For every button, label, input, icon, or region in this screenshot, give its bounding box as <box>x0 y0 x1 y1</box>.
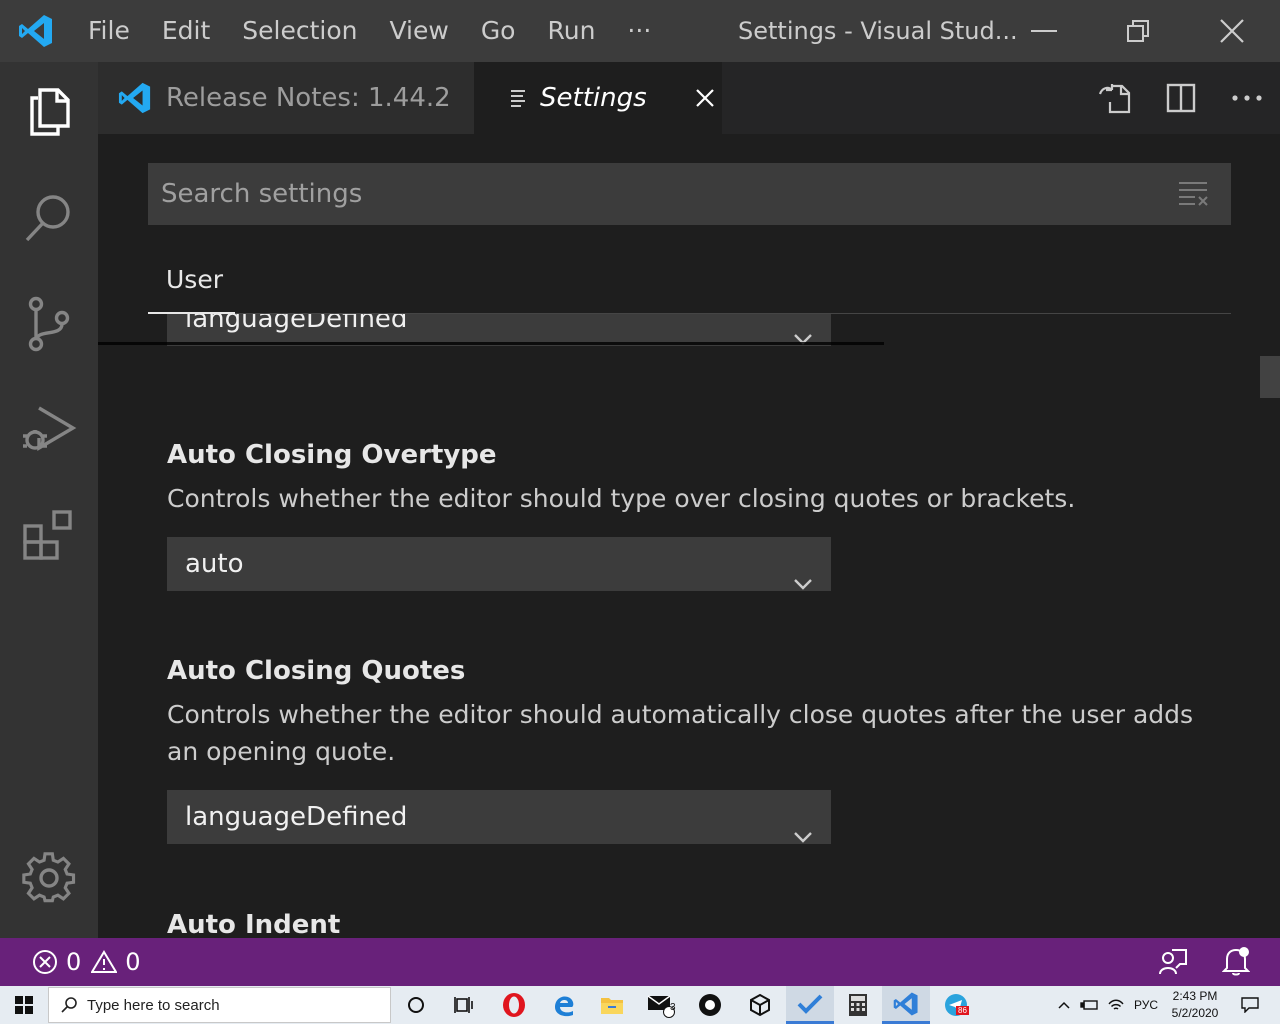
run-debug-icon[interactable] <box>0 380 98 480</box>
dropdown-value: languageDefined <box>185 314 408 334</box>
taskbar-search-icon <box>61 997 77 1013</box>
mail-badge: 3 <box>670 1002 676 1013</box>
menu-selection[interactable]: Selection <box>226 0 373 62</box>
close-tab-icon[interactable] <box>695 88 715 108</box>
scrollbar-thumb[interactable] <box>1260 356 1280 398</box>
editor-actions <box>1082 62 1280 134</box>
chevron-down-icon <box>793 314 813 365</box>
more-actions-icon[interactable] <box>1214 62 1280 134</box>
activity-bar <box>0 62 98 938</box>
explorer-icon[interactable] <box>0 62 98 162</box>
battery-icon[interactable] <box>1080 999 1098 1011</box>
input-language[interactable]: РУС <box>1134 998 1158 1012</box>
obs-icon[interactable] <box>686 986 734 1024</box>
feedback-icon[interactable] <box>1158 948 1188 976</box>
unity-icon[interactable] <box>736 986 784 1024</box>
calculator-icon[interactable] <box>834 986 882 1024</box>
action-center-icon[interactable] <box>1230 986 1270 1024</box>
vscode-logo-icon <box>0 0 72 62</box>
setting-title-auto-closing-quotes: Auto Closing Quotes <box>167 656 466 686</box>
vscode-taskbar-icon[interactable] <box>882 986 930 1024</box>
file-explorer-icon[interactable] <box>588 986 636 1024</box>
windows-start-icon[interactable] <box>0 986 48 1024</box>
editor-tabs: Release Notes: 1.44.2 Settings <box>98 62 1280 134</box>
problems-status[interactable]: 0 0 <box>32 948 141 976</box>
show-hidden-icons-chevron-up-icon[interactable] <box>1058 1001 1070 1009</box>
windows-taskbar: Type here to search 3 86 РУС 2:43 PM 5/2… <box>0 986 1280 1024</box>
settings-scope-tabs: User <box>148 252 1231 314</box>
settings-search-input[interactable] <box>148 163 1158 225</box>
setting-desc-auto-closing-overtype: Controls whether the editor should type … <box>167 484 1076 513</box>
taskbar-search-box[interactable]: Type here to search <box>48 987 391 1023</box>
restore-button[interactable] <box>1090 0 1186 62</box>
menu-view[interactable]: View <box>373 0 464 62</box>
extensions-icon[interactable] <box>0 486 98 586</box>
error-count: 0 <box>66 948 82 976</box>
menu-edit[interactable]: Edit <box>146 0 226 62</box>
taskbar-clock[interactable]: 2:43 PM 5/2/2020 <box>1164 988 1226 1022</box>
system-tray: РУС <box>1058 986 1158 1024</box>
todo-icon[interactable] <box>786 986 834 1024</box>
search-icon[interactable] <box>0 168 98 268</box>
clock-date: 5/2/2020 <box>1171 1006 1219 1020</box>
setting-title-auto-closing-overtype: Auto Closing Overtype <box>167 440 497 470</box>
close-window-button[interactable] <box>1184 0 1280 62</box>
setting-desc-auto-closing-quotes: Controls whether the editor should autom… <box>167 700 1194 766</box>
menu-go[interactable]: Go <box>465 0 532 62</box>
dropdown-value: auto <box>185 549 244 579</box>
mail-icon[interactable]: 3 <box>638 986 686 1024</box>
settings-editor: User languageDefined Auto Closing Overty… <box>98 134 1280 938</box>
source-control-icon[interactable] <box>0 274 98 374</box>
tab-release-notes-label: Release Notes: 1.44.2 <box>166 83 451 113</box>
auto-closing-quotes-dropdown[interactable]: languageDefined <box>167 790 831 844</box>
tab-release-notes[interactable]: Release Notes: 1.44.2 <box>98 62 474 134</box>
settings-file-icon <box>510 89 528 107</box>
title-bar: File Edit Selection View Go Run ··· Sett… <box>0 0 1280 62</box>
auto-closing-overtype-dropdown[interactable]: auto <box>167 537 831 591</box>
tab-settings-label: Settings <box>540 83 647 113</box>
wifi-icon[interactable] <box>1108 998 1124 1012</box>
chevron-down-icon <box>793 809 813 863</box>
clock-time: 2:43 PM <box>1172 989 1218 1003</box>
warning-count: 0 <box>125 948 141 976</box>
error-icon <box>32 949 58 975</box>
clear-filter-icon[interactable] <box>1173 177 1213 211</box>
vscode-tab-icon <box>118 81 152 115</box>
task-view-icon[interactable] <box>440 986 488 1024</box>
menu-run[interactable]: Run <box>531 0 611 62</box>
minimize-button[interactable] <box>996 0 1092 62</box>
dropdown-value: languageDefined <box>185 802 408 832</box>
taskbar-search-placeholder: Type here to search <box>87 996 220 1014</box>
split-editor-icon[interactable] <box>1148 62 1214 134</box>
tab-settings[interactable]: Settings <box>474 62 722 134</box>
notifications-bell-icon[interactable] <box>1222 946 1250 976</box>
menu-file[interactable]: File <box>72 0 146 62</box>
setting-title-auto-indent: Auto Indent <box>167 910 341 938</box>
status-bar: 0 0 <box>0 938 1280 986</box>
window-title: Settings - Visual Stud... <box>738 17 1018 45</box>
settings-list: languageDefined Auto Closing Overtype Co… <box>98 314 1280 938</box>
manage-gear-icon[interactable] <box>0 828 98 928</box>
scope-tab-user[interactable]: User <box>148 252 235 314</box>
warning-icon <box>91 950 118 974</box>
open-settings-json-icon[interactable] <box>1082 62 1148 134</box>
telegram-icon[interactable]: 86 <box>932 986 980 1024</box>
cortana-icon[interactable] <box>392 986 440 1024</box>
settings-search-box <box>148 163 1231 225</box>
telegram-badge: 86 <box>956 1006 969 1015</box>
menu-more[interactable]: ··· <box>611 0 667 62</box>
menu-bar: File Edit Selection View Go Run ··· <box>72 0 667 62</box>
chevron-down-icon <box>793 556 813 610</box>
edge-icon[interactable] <box>540 986 588 1024</box>
opera-icon[interactable] <box>490 986 538 1024</box>
scroll-shadow <box>98 342 884 345</box>
